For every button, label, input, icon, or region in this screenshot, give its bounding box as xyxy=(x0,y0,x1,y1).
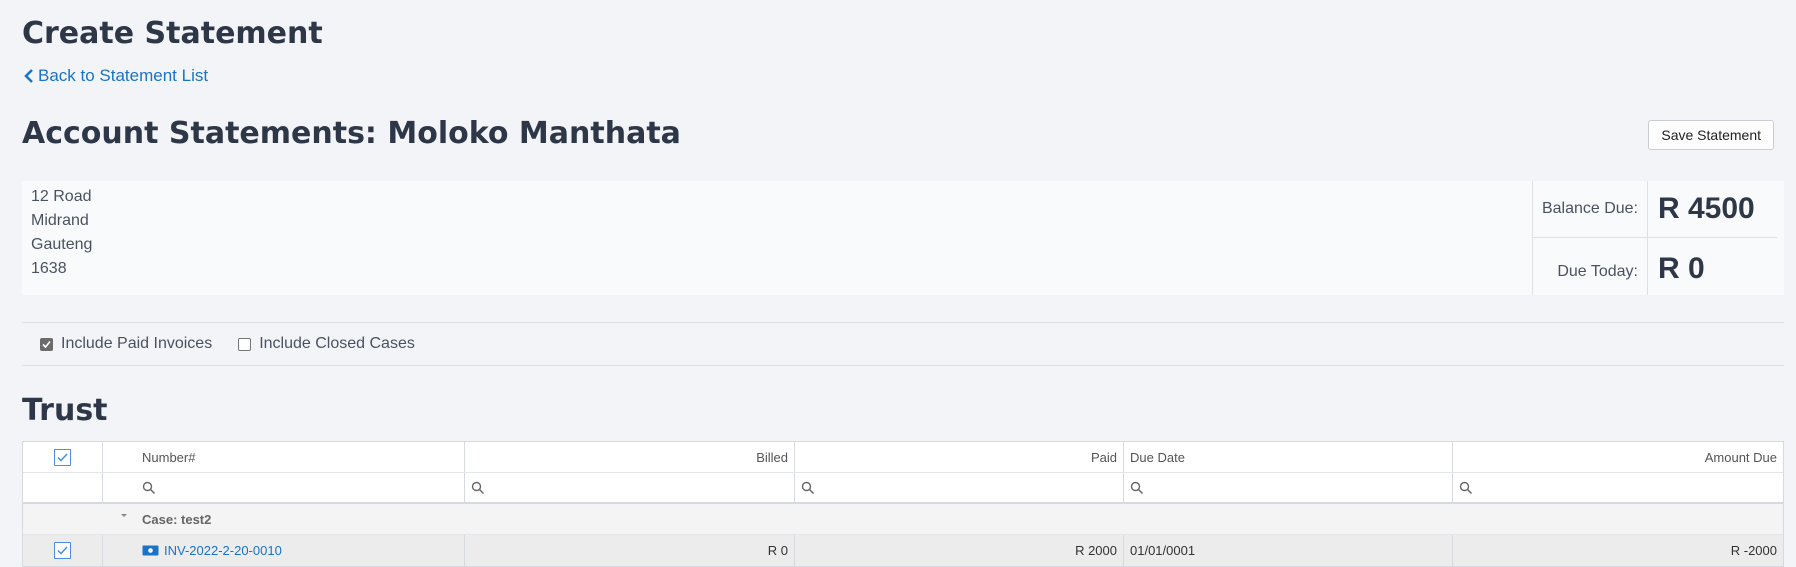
cell-billed: R 0 xyxy=(465,535,795,566)
trust-invoice-grid: Number# Billed Paid Due Date Amount Due xyxy=(22,441,1784,567)
address-line: 1638 xyxy=(31,260,67,277)
filter-billed[interactable] xyxy=(465,473,795,502)
include-closed-cases-label: Include Closed Cases xyxy=(259,335,415,352)
cell-due-date: 01/01/0001 xyxy=(1124,535,1453,566)
address-line: Midrand xyxy=(31,212,89,229)
search-icon xyxy=(1459,481,1473,494)
cell-amount-due: R -2000 xyxy=(1730,543,1777,558)
invoice-link[interactable]: INV-2022-2-20-0010 xyxy=(142,543,282,558)
include-paid-invoices-checkbox[interactable] xyxy=(40,337,53,351)
invoice-icon xyxy=(142,545,159,556)
page-title: Create Statement xyxy=(22,16,323,51)
cell-paid: R 2000 xyxy=(795,535,1124,566)
account-info-panel: 12 Road Midrand Gauteng 1638 Balance Due… xyxy=(22,181,1784,295)
group-row-case[interactable]: Case: test2 xyxy=(23,504,1783,535)
group-label: Case: test2 xyxy=(142,511,212,527)
chevron-left-icon xyxy=(24,69,33,83)
trust-section-title: Trust xyxy=(22,393,108,428)
check-icon xyxy=(42,340,51,348)
statement-options: Include Paid Invoices Include Closed Cas… xyxy=(22,322,1784,366)
column-header-amount-due[interactable]: Amount Due xyxy=(1453,442,1783,472)
filter-number[interactable] xyxy=(103,473,465,502)
check-icon xyxy=(57,452,68,462)
balance-due-value: R 4500 xyxy=(1658,192,1755,225)
back-link-label: Back to Statement List xyxy=(38,66,209,85)
table-row[interactable]: INV-2022-2-20-0010 R 0 R 2000 01/01/0001… xyxy=(23,535,1783,566)
back-to-statement-list-link[interactable]: Back to Statement List xyxy=(22,66,208,86)
column-header-number[interactable]: Number# xyxy=(103,442,465,472)
search-icon xyxy=(1130,481,1144,494)
row-select-cell xyxy=(23,535,103,566)
filter-due-date[interactable] xyxy=(1124,473,1453,502)
due-today-label: Due Today: xyxy=(1533,238,1648,295)
row-checkbox[interactable] xyxy=(54,542,71,559)
address-block: 12 Road Midrand Gauteng 1638 xyxy=(31,185,92,281)
include-paid-invoices-option[interactable]: Include Paid Invoices xyxy=(40,335,212,353)
search-icon xyxy=(471,481,485,494)
address-line: 12 Road xyxy=(31,188,92,205)
due-today-value: R 0 xyxy=(1658,251,1705,285)
filter-amount-due[interactable] xyxy=(1453,473,1783,502)
column-header-billed[interactable]: Billed xyxy=(465,442,795,472)
select-all-checkbox[interactable] xyxy=(54,448,71,466)
cell-number: INV-2022-2-20-0010 xyxy=(103,535,465,566)
search-icon xyxy=(142,481,156,494)
check-icon xyxy=(57,546,68,555)
save-statement-button[interactable]: Save Statement xyxy=(1648,120,1774,150)
grid-header-row: Number# Billed Paid Due Date Amount Due xyxy=(23,442,1783,473)
balance-due-row: Balance Due: R 4500 xyxy=(1533,181,1777,238)
grid-filter-row xyxy=(23,473,1783,504)
include-paid-invoices-label: Include Paid Invoices xyxy=(61,335,213,352)
include-closed-cases-option[interactable]: Include Closed Cases xyxy=(238,335,415,353)
filter-cell-empty xyxy=(23,473,103,502)
include-closed-cases-checkbox[interactable] xyxy=(238,337,252,351)
select-all-cell xyxy=(23,442,103,472)
account-statements-title: Account Statements: Moloko Manthata xyxy=(22,116,681,151)
invoice-number: INV-2022-2-20-0010 xyxy=(164,543,282,558)
column-header-due-date[interactable]: Due Date xyxy=(1124,442,1453,472)
column-header-paid[interactable]: Paid xyxy=(795,442,1124,472)
balance-due-label: Balance Due: xyxy=(1533,181,1648,237)
balance-summary: Balance Due: R 4500 Due Today: R 0 xyxy=(1532,181,1777,295)
address-line: Gauteng xyxy=(31,236,93,253)
filter-paid[interactable] xyxy=(795,473,1124,502)
search-icon xyxy=(801,481,815,494)
collapse-arrow-icon[interactable] xyxy=(119,512,129,520)
due-today-row: Due Today: R 0 xyxy=(1533,238,1777,295)
